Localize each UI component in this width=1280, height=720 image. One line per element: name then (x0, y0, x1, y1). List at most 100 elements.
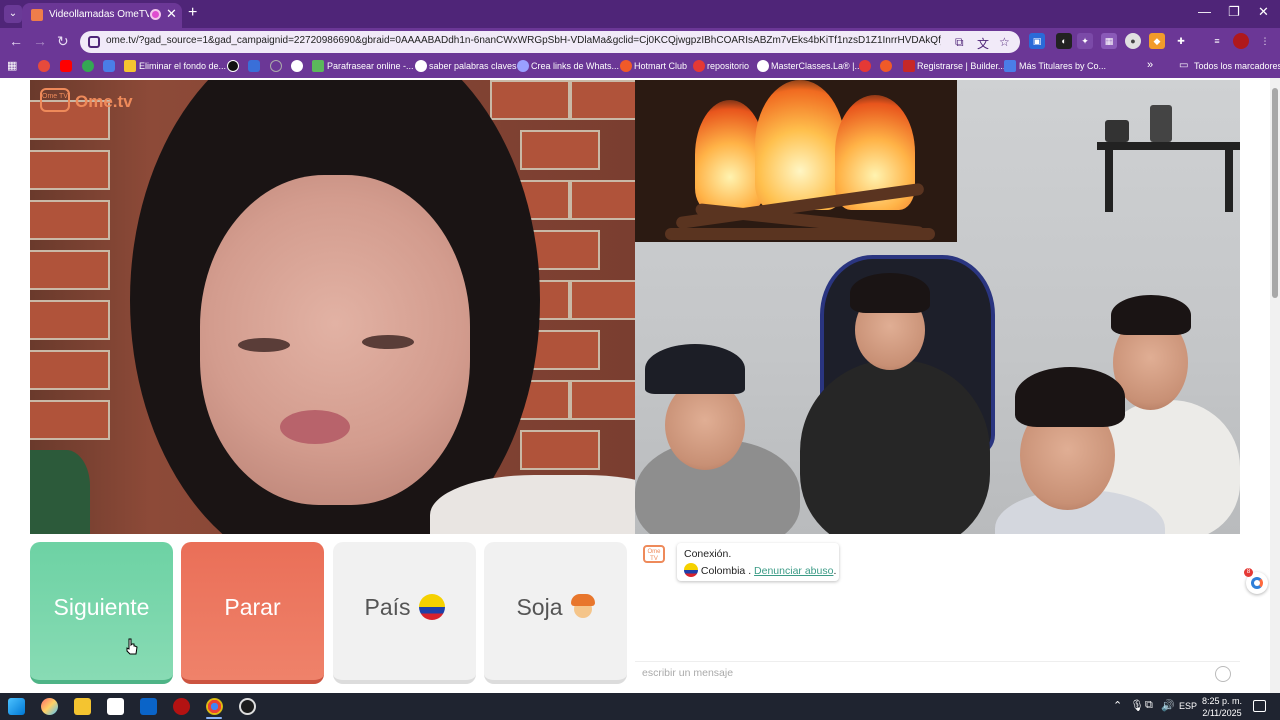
report-abuse-link[interactable]: Denunciar abuso (754, 565, 833, 577)
back-button[interactable]: ← (9, 33, 23, 49)
news-icon (1004, 60, 1016, 72)
bookmark-item[interactable]: Registrarse | Builder... (917, 61, 1005, 71)
report-suffix: . (833, 565, 837, 577)
browser-tab-active[interactable]: Videollamadas OmeTV — A ✕ (22, 3, 182, 28)
app-red-icon[interactable] (173, 698, 190, 715)
country-filter-label: País (364, 594, 411, 620)
whatsapp-links-icon (517, 60, 529, 72)
tv-fireplace (635, 80, 957, 242)
gender-filter-content: Soja (484, 594, 627, 621)
extension-screen-icon[interactable]: ▣ (1029, 33, 1045, 49)
bookmark-item[interactable]: Parafrasear online -... (327, 61, 414, 71)
translate-icon[interactable]: 文 (977, 35, 989, 52)
stop-button-label: Parar (224, 594, 281, 620)
window-close-button[interactable]: ✕ (1258, 4, 1269, 20)
outlook-icon[interactable] (140, 698, 157, 715)
next-button-label: Siguiente (53, 594, 150, 620)
notification-center-icon[interactable] (1253, 700, 1266, 712)
ometv-favicon (31, 9, 43, 21)
country-filter-button[interactable]: País (333, 542, 476, 684)
clock-time: 8:25 p. m. (1201, 696, 1243, 706)
chrome-icon[interactable] (206, 698, 223, 715)
restore-button[interactable]: ❐ (1228, 4, 1240, 20)
taskbar-clock[interactable]: 8:25 p. m. 2/11/2025 (1198, 695, 1246, 719)
copilot-icon[interactable] (41, 698, 58, 715)
message-input[interactable] (642, 667, 1202, 679)
network-icon[interactable]: ⧉ (1145, 699, 1153, 712)
bookmark-item[interactable]: Eliminar el fondo de... (139, 61, 226, 71)
apps-grid-icon[interactable]: ▦ (7, 59, 17, 72)
bookmark-item[interactable]: MasterClasses.La® |... (771, 61, 862, 71)
scrollbar-thumb[interactable] (1272, 88, 1278, 298)
new-tab-button[interactable]: + (188, 4, 197, 22)
extension-puzzle-icon[interactable]: ✦ (1077, 33, 1093, 49)
browser-tab-bar: ⌄ Videollamadas OmeTV — A ✕ + — ❐ ✕ (0, 0, 1280, 28)
widget-logo-icon (1251, 577, 1263, 589)
remove-bg-icon (124, 60, 136, 72)
page-scrollbar[interactable] (1270, 78, 1280, 693)
forward-button[interactable]: → (33, 33, 47, 49)
extensions-menu-icon[interactable]: ✚ (1173, 33, 1189, 49)
bookmark-doc-icon[interactable] (248, 60, 260, 72)
bookmark-dark-icon[interactable] (227, 60, 239, 72)
mouse-pointer-icon (126, 638, 138, 655)
hotmart-icon (620, 60, 632, 72)
maps-icon[interactable] (82, 60, 94, 72)
widget-badge: 8 (1244, 568, 1253, 577)
minimize-button[interactable]: — (1198, 4, 1211, 19)
side-widget-button[interactable]: 8 (1244, 568, 1268, 594)
obs-icon[interactable] (239, 698, 256, 715)
store-icon[interactable] (107, 698, 124, 715)
tab-search-button[interactable]: ⌄ (4, 5, 22, 23)
extension-circle-icon[interactable]: ● (1125, 33, 1141, 49)
windows-start-icon[interactable] (8, 698, 25, 715)
folder-icon: ▭ (1179, 60, 1189, 71)
extension-off-icon[interactable]: ◐ (1056, 33, 1072, 49)
bookmark-item[interactable]: Hotmart Club (634, 61, 687, 71)
extension-grid-icon[interactable]: ▦ (1101, 33, 1117, 49)
bookmark-item[interactable]: repositorio (707, 61, 749, 71)
ometv-logo-icon: Ome TV (40, 88, 70, 112)
profile-avatar[interactable] (1233, 33, 1249, 49)
stop-button[interactable]: Parar (181, 542, 324, 684)
emoji-button-icon[interactable] (1215, 666, 1231, 682)
bookmark-item[interactable]: Más Titulares by Co... (1019, 61, 1106, 71)
youtube-icon[interactable] (60, 60, 72, 72)
site-info-icon[interactable] (88, 36, 100, 48)
browser-menu-icon[interactable]: ⋮ (1257, 33, 1273, 49)
windows-taskbar: ⌃ 🎙 ⧉ 🔊 ESP 8:25 p. m. 2/11/2025 (0, 693, 1280, 720)
repository-icon (693, 60, 705, 72)
recording-indicator-icon (150, 9, 161, 20)
gender-filter-label: Soja (516, 594, 563, 620)
language-indicator[interactable]: ESP (1179, 701, 1197, 711)
bookmark-favicon-icon[interactable] (38, 60, 50, 72)
all-bookmarks-button[interactable]: Todos los marcadores (1194, 61, 1280, 71)
reload-button[interactable]: ↻ (57, 33, 69, 50)
bookmark-item[interactable]: saber palabras claves (429, 61, 517, 71)
partner-country: Colombia (700, 565, 746, 577)
next-button[interactable]: Siguiente (30, 542, 173, 684)
bookmark-item[interactable]: Crea links de Whats... (531, 61, 619, 71)
microphone-icon[interactable]: 🎙 (1130, 699, 1144, 712)
tray-overflow-icon[interactable]: ⌃ (1113, 699, 1122, 712)
remote-video (30, 80, 635, 534)
gender-filter-button[interactable]: Soja (484, 542, 627, 684)
install-app-icon[interactable]: ⧉ (955, 35, 964, 50)
bookmarks-overflow-button[interactable]: » (1147, 59, 1153, 71)
bookmark-orange-icon[interactable] (880, 60, 892, 72)
media-control-icon[interactable]: ≡ (1209, 33, 1225, 49)
paraphrase-icon (291, 60, 303, 72)
tab-title: Videollamadas OmeTV — A (49, 9, 149, 20)
bookmark-blue-icon[interactable] (103, 60, 115, 72)
bookmark-circle-icon[interactable] (270, 60, 282, 72)
url-text: ome.tv/?gad_source=1&gad_campaignid=2272… (106, 35, 941, 46)
address-bar[interactable]: ome.tv/?gad_source=1&gad_campaignid=2272… (80, 31, 1020, 53)
bookmark-star-icon[interactable]: ☆ (999, 35, 1010, 49)
clock-date: 2/11/2025 (1202, 708, 1242, 718)
volume-icon[interactable]: 🔊 (1161, 699, 1175, 712)
tab-close-icon[interactable]: ✕ (166, 6, 177, 22)
bookmark-red-icon[interactable] (859, 60, 871, 72)
file-explorer-icon[interactable] (74, 698, 91, 715)
extension-orange-icon[interactable]: ◆ (1149, 33, 1165, 49)
chrome-active-indicator (206, 717, 222, 719)
